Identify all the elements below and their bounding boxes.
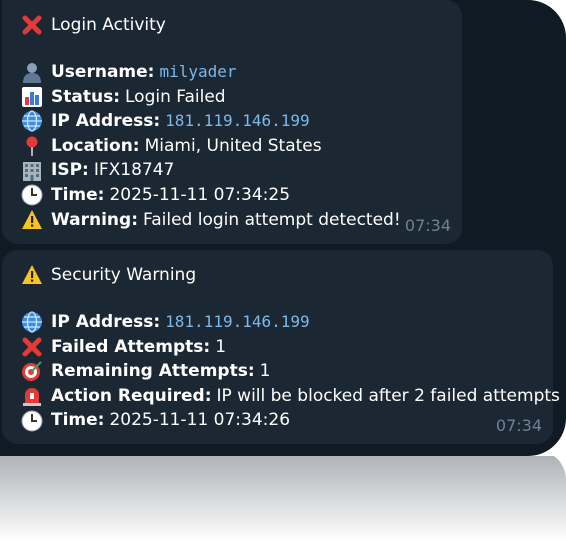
building-icon — [19, 160, 45, 182]
warning-icon — [19, 264, 45, 286]
detail-row-ip-address: IP Address: 181.119.146.199 — [19, 109, 452, 134]
mirror-reflection — [0, 456, 566, 541]
detail-row-failed-attempts: Failed Attempts: 1 — [19, 335, 543, 360]
detail-label: IP Address: — [51, 111, 161, 132]
detail-label: Warning: — [51, 209, 139, 230]
detail-row-remaining-attempts: Remaining Attempts: 1 — [19, 359, 543, 384]
message-title-row: Security Warning — [19, 262, 543, 288]
detail-label: IP Address: — [51, 312, 161, 332]
detail-row-username: Username: milyader — [19, 60, 452, 85]
detail-label: Remaining Attempts: — [51, 361, 255, 382]
failed-attempts-value: 1 — [215, 336, 227, 357]
detail-label: Action Required: — [51, 385, 212, 406]
location-value: Miami, United States — [144, 135, 322, 156]
detail-label: Status: — [51, 86, 120, 107]
detail-row-time: Time: 2025-11-11 07:34:26 — [19, 408, 543, 433]
remaining-attempts-value: 1 — [259, 361, 271, 382]
globe-icon — [19, 110, 45, 133]
detail-row-time: Time: 2025-11-11 07:34:25 — [19, 183, 452, 208]
ip-address-value[interactable]: 181.119.146.199 — [165, 109, 310, 134]
detail-label: Failed Attempts: — [51, 336, 211, 357]
message-title: Security Warning — [51, 264, 197, 285]
detail-label: ISP: — [51, 160, 89, 181]
detail-label: Time: — [51, 184, 105, 205]
warning-icon — [19, 209, 45, 231]
cross-mark-icon — [19, 336, 45, 358]
message-bubble-login-activity[interactable]: Login Activity Username: milyader Status… — [2, 0, 462, 244]
detail-label: Username: — [51, 62, 155, 82]
time-value: 2025-11-11 07:34:25 — [109, 184, 291, 205]
detail-label: Time: — [51, 410, 105, 431]
detail-row-ip-address: IP Address: 181.119.146.199 — [19, 310, 543, 335]
message-timestamp: 07:34 — [495, 416, 542, 436]
clock-icon — [19, 410, 45, 432]
cross-mark-icon — [19, 14, 45, 36]
user-icon — [19, 61, 45, 84]
clock-icon — [19, 184, 45, 206]
time-value: 2025-11-11 07:34:26 — [109, 410, 291, 431]
detail-row-warning: Warning: Failed login attempt detected! — [19, 208, 452, 233]
globe-icon — [19, 311, 45, 333]
chart-icon — [19, 86, 45, 108]
detail-row-action-required: Action Required: IP will be blocked afte… — [19, 384, 560, 409]
pin-icon — [19, 135, 45, 157]
detail-row-isp: ISP: IFX18747 — [19, 158, 452, 183]
message-title-row: Login Activity — [19, 12, 452, 38]
ip-address-value[interactable]: 181.119.146.199 — [165, 310, 310, 335]
reflection-bubble — [0, 456, 566, 541]
username-value[interactable]: milyader — [159, 60, 236, 85]
detail-label: Location: — [51, 135, 140, 156]
target-icon — [19, 360, 45, 382]
status-value: Login Failed — [125, 86, 226, 107]
message-bubble-security-warning[interactable]: Security Warning IP Address: 181.119.146… — [2, 250, 560, 444]
warning-value: Failed login attempt detected! — [143, 209, 401, 230]
detail-row-status: Status: Login Failed — [19, 85, 452, 110]
chat-panel: Login Activity Username: milyader Status… — [0, 0, 566, 456]
action-required-value: IP will be blocked after 2 failed attemp… — [216, 385, 560, 406]
detail-row-location: Location: Miami, United States — [19, 134, 452, 159]
message-timestamp: 07:34 — [404, 216, 451, 236]
siren-icon — [19, 385, 45, 407]
isp-value: IFX18747 — [93, 160, 175, 181]
message-title: Login Activity — [51, 14, 166, 35]
